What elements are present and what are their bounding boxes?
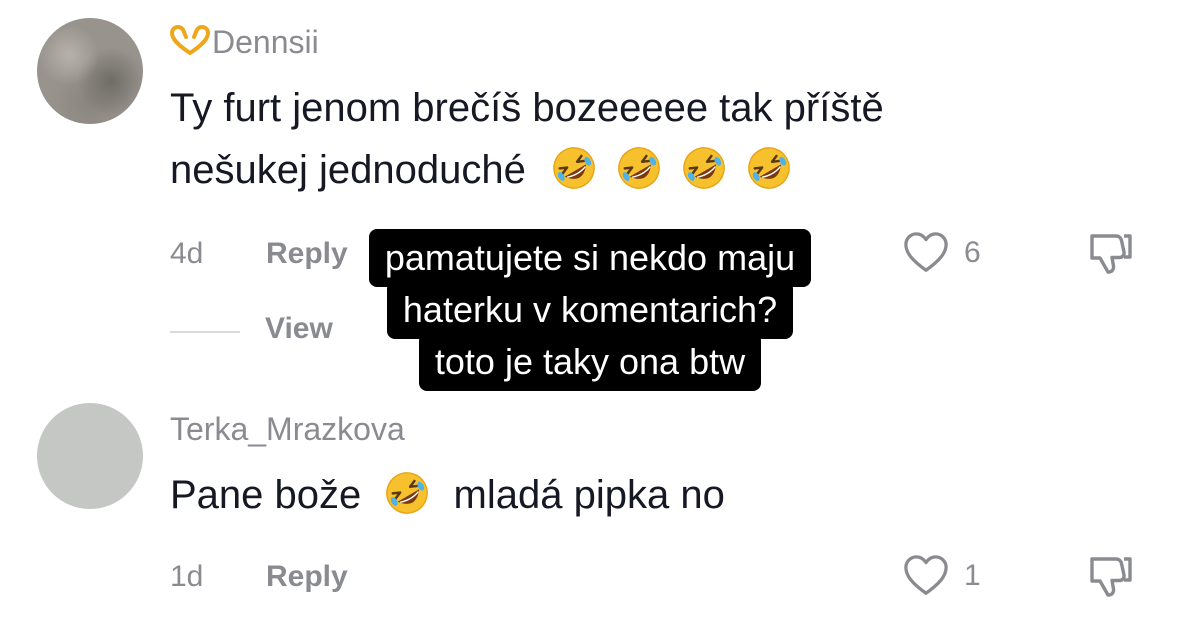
avatar[interactable]: [37, 403, 143, 509]
comment-text-line: mladá pipka no: [453, 473, 725, 517]
comment-username[interactable]: Terka_Mrazkova: [170, 411, 405, 448]
comment-text: Ty furt jenom brečíš bozeeeee tak příště: [170, 78, 884, 138]
like-count: 1: [964, 559, 981, 592]
caption-line: pamatujete si nekdo maju: [368, 229, 812, 287]
thumb-down-icon: [1086, 553, 1134, 601]
caption-line: haterku v komentarich?: [386, 281, 794, 339]
like-button[interactable]: 1: [902, 553, 981, 599]
reply-button[interactable]: Reply: [266, 560, 348, 594]
comment-meta: 1d Reply: [170, 560, 348, 594]
rolling-on-floor-laughing-icon: [616, 145, 662, 191]
heart-icon: [902, 553, 950, 599]
dislike-button[interactable]: [1086, 553, 1134, 606]
comment-text: Pane bože mladá pipka no: [170, 465, 725, 525]
avatar[interactable]: [37, 18, 143, 124]
caption-line: toto je taky ona btw: [418, 333, 762, 391]
comment-text: nešukej jednoduché: [170, 140, 796, 200]
comment-text-line: nešukej jednoduché: [170, 148, 526, 192]
username-text: Dennsii: [212, 24, 319, 60]
rolling-on-floor-laughing-icon: [681, 145, 727, 191]
comment-text-line: Ty furt jenom brečíš bozeeeee tak příště: [170, 86, 884, 130]
video-caption: pamatujete si nekdo maju haterku v komen…: [0, 229, 1180, 391]
username-text: Terka_Mrazkova: [170, 411, 405, 447]
comment-time: 1d: [170, 560, 204, 593]
rolling-on-floor-laughing-icon: [746, 145, 792, 191]
rolling-on-floor-laughing-icon: [551, 145, 597, 191]
rolling-on-floor-laughing-icon: [384, 470, 430, 516]
comment-text-line: Pane bože: [170, 473, 362, 517]
heart-hands-icon: [169, 24, 211, 61]
comment-username[interactable]: Dennsii: [169, 24, 319, 61]
